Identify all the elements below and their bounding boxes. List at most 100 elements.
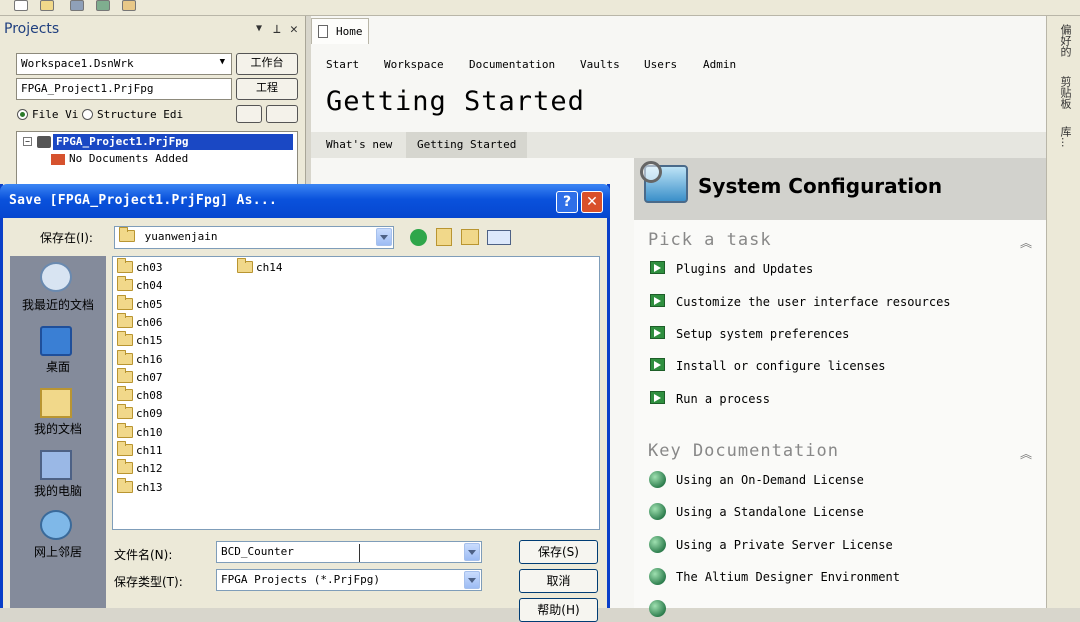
workspace-button[interactable]: 工作台	[236, 53, 298, 75]
folder-name: ch07	[136, 370, 163, 384]
panel-close-button[interactable]: ✕	[290, 22, 298, 37]
nav-tab-workspace[interactable]: Workspace	[384, 58, 444, 71]
nav-tab-vaults[interactable]: Vaults	[580, 58, 620, 71]
doc-link-private-server[interactable]: Using a Private Server License	[676, 538, 893, 552]
file-list[interactable]: ch03 ch04 ch05 ch06 ch15 ch16 ch07 ch08 ch09 ch10…	[112, 256, 600, 530]
my-documents-icon[interactable]	[40, 388, 72, 418]
text-cursor-icon	[359, 544, 361, 562]
dialog-help-button[interactable]: ?	[556, 191, 578, 213]
cancel-button[interactable]: 取消	[519, 569, 598, 593]
task-link-plugins[interactable]: Plugins and Updates	[676, 262, 813, 276]
tree-collapse-icon[interactable]: −	[23, 137, 32, 146]
collapse-chevron-icon[interactable]: ︽	[1020, 445, 1032, 462]
back-arrow-icon[interactable]	[410, 229, 427, 246]
doc-link-standalone[interactable]: Using a Standalone License	[676, 505, 864, 519]
file-view-radio[interactable]	[17, 109, 28, 120]
open-folder-icon[interactable]	[40, 0, 54, 11]
folder-item[interactable]: ch05	[117, 294, 163, 314]
side-tab-favorites[interactable]: 偏好的	[1051, 24, 1073, 57]
nav-tab-start[interactable]: Start	[326, 58, 359, 71]
compile-icon[interactable]	[96, 0, 110, 11]
folder-icon	[117, 441, 133, 456]
folder-name: ch03	[136, 261, 163, 274]
panel-menu-button[interactable]: ▼	[256, 23, 262, 34]
side-tab-clipboard[interactable]: 剪贴板	[1051, 76, 1073, 109]
save-in-chevron-icon[interactable]	[376, 228, 392, 246]
save-button[interactable]: 保存(S)	[519, 540, 598, 564]
tree-item-project[interactable]: FPGA_Project1.PrjFpg	[53, 134, 293, 150]
folder-item[interactable]: ch15	[117, 331, 163, 350]
nav-tab-documentation[interactable]: Documentation	[469, 58, 555, 71]
place-my-computer[interactable]: 我的电脑	[10, 482, 106, 499]
folder-name: ch14	[256, 261, 283, 274]
folder-icon	[117, 422, 133, 438]
project-button[interactable]: 工程	[236, 78, 298, 100]
filename-chevron-icon[interactable]	[464, 543, 480, 561]
folder-item[interactable]: ch07	[117, 367, 163, 387]
tab-home[interactable]: Home	[311, 18, 369, 44]
place-desktop[interactable]: 桌面	[10, 358, 106, 375]
task-link-customize[interactable]: Customize the user interface resources	[676, 295, 951, 309]
folder-item[interactable]: ch03	[117, 258, 163, 277]
filetype-dropdown[interactable]: FPGA Projects (*.PrjFpg)	[216, 569, 482, 591]
recent-documents-icon[interactable]	[40, 262, 72, 292]
help-button[interactable]: 帮助(H)	[519, 598, 598, 622]
folder-icon	[117, 349, 133, 365]
workspace-dropdown[interactable]: Workspace1.DsnWrk ▼	[16, 53, 232, 75]
view-menu-icon[interactable]	[487, 230, 511, 245]
project-field[interactable]: FPGA_Project1.PrjFpg	[16, 78, 232, 100]
sub-tab-getting-started[interactable]: Getting Started	[406, 132, 528, 158]
folder-item[interactable]: ch14	[237, 258, 283, 277]
folder-item[interactable]: ch06	[117, 312, 163, 332]
library-icon[interactable]	[122, 0, 136, 11]
folder-item[interactable]: ch11	[117, 441, 163, 460]
project-options-icon[interactable]	[236, 105, 262, 123]
task-link-run-process[interactable]: Run a process	[676, 392, 770, 406]
key-documentation-heading: Key Documentation	[648, 441, 839, 461]
folder-icon	[117, 258, 133, 273]
filename-input[interactable]: BCD_Counter	[216, 541, 482, 563]
project-menu-icon[interactable]	[266, 105, 298, 123]
dialog-close-button[interactable]: ✕	[581, 191, 603, 213]
globe-icon	[649, 600, 666, 617]
projects-panel-title: Projects	[4, 21, 60, 37]
main-toolbar	[0, 0, 1080, 16]
folder-item[interactable]: ch08	[117, 386, 163, 405]
task-link-licenses[interactable]: Install or configure licenses	[676, 359, 886, 373]
file-view-label: File Vi	[32, 108, 79, 121]
task-link-preferences[interactable]: Setup system preferences	[676, 327, 849, 341]
folder-item[interactable]: ch12	[117, 459, 163, 478]
magnifier-icon	[640, 161, 662, 183]
desktop-icon[interactable]	[40, 326, 72, 356]
collapse-chevron-icon[interactable]: ︽	[1020, 234, 1032, 251]
network-places-icon[interactable]	[40, 510, 72, 540]
up-folder-icon[interactable]	[436, 228, 452, 246]
place-network[interactable]: 网上邻居	[10, 543, 106, 560]
panel-pin-button[interactable]: ⊥	[273, 22, 281, 37]
new-folder-icon[interactable]	[461, 229, 479, 245]
fpga-project-icon	[37, 136, 51, 148]
save-in-dropdown[interactable]: yuanwenjain	[114, 226, 394, 249]
structure-view-radio[interactable]	[82, 109, 93, 120]
nav-tab-admin[interactable]: Admin	[703, 58, 736, 71]
document-icon	[318, 25, 328, 38]
save-in-label: 保存在(I):	[40, 231, 93, 245]
sub-tab-whats-new[interactable]: What's new	[315, 132, 403, 158]
settings-icon[interactable]	[70, 0, 84, 11]
place-my-documents[interactable]: 我的文档	[10, 420, 106, 437]
folder-item[interactable]: ch09	[117, 404, 163, 423]
my-computer-icon[interactable]	[40, 450, 72, 480]
new-file-icon[interactable]	[14, 0, 28, 11]
nav-tab-users[interactable]: Users	[644, 58, 677, 71]
task-arrow-icon	[650, 261, 665, 274]
folder-name: ch16	[136, 352, 163, 366]
doc-link-on-demand[interactable]: Using an On-Demand License	[676, 473, 864, 487]
folder-item[interactable]: ch16	[117, 349, 163, 369]
filetype-chevron-icon[interactable]	[464, 571, 480, 589]
folder-item[interactable]: ch13	[117, 477, 163, 497]
folder-item[interactable]: ch10	[117, 422, 163, 442]
place-recent-documents[interactable]: 我最近的文档	[10, 296, 106, 313]
doc-link-environment[interactable]: The Altium Designer Environment	[676, 570, 900, 584]
side-tab-libraries[interactable]: 库...	[1051, 126, 1073, 148]
folder-item[interactable]: ch04	[117, 276, 163, 295]
